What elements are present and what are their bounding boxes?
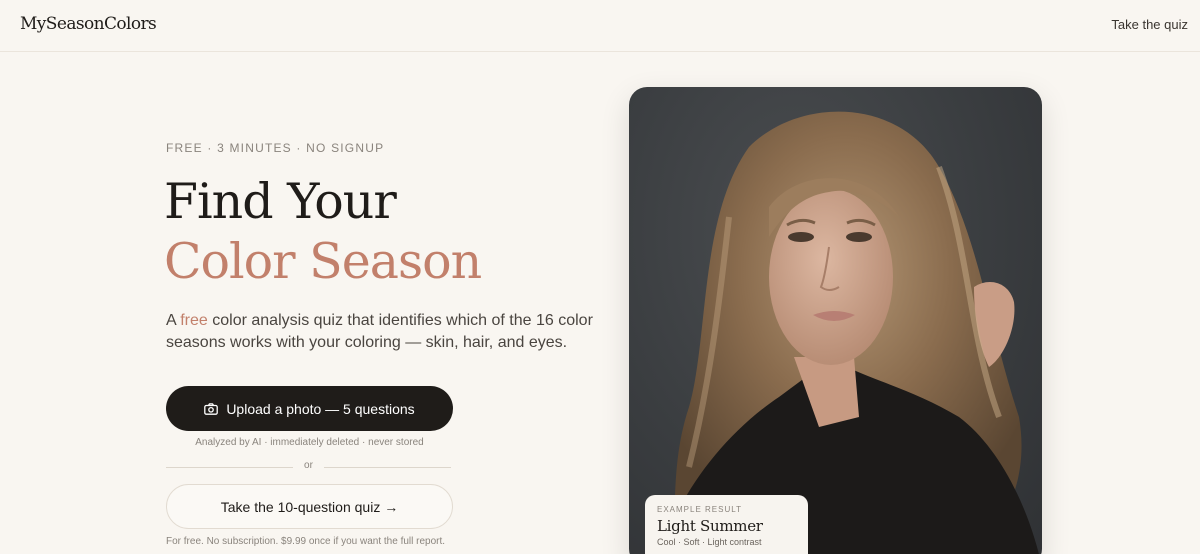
hero-title-line2: Color Season (164, 233, 482, 290)
hero-lead-after: color analysis quiz that identifies whic… (166, 312, 593, 351)
camera-icon (204, 402, 219, 415)
privacy-note: Analyzed by AI · immediately deleted · n… (195, 437, 424, 448)
site-header: MySeasonColors Take the quiz (0, 0, 1200, 52)
hero-eyebrow: FREE · 3 MINUTES · NO SIGNUP (166, 141, 385, 155)
upload-photo-button-label: Upload a photo — 5 questions (226, 400, 415, 417)
divider-or-text: or (304, 460, 313, 471)
pricing-note: For free. No subscription. $9.99 once if… (166, 536, 446, 547)
take-quiz-button[interactable]: Take the 10-question quiz → (166, 484, 453, 529)
upload-photo-button[interactable]: Upload a photo — 5 questions (166, 386, 453, 431)
hero-lead-accent: free (180, 312, 208, 329)
hero-lead: A free color analysis quiz that identifi… (166, 310, 596, 354)
site-logo[interactable]: MySeasonColors (20, 14, 157, 34)
portrait-image (661, 111, 1039, 554)
example-result-eyebrow: EXAMPLE RESULT (657, 505, 742, 514)
hero-lead-before: A (166, 312, 181, 329)
hero-title: Find Your Color Season (164, 172, 482, 292)
nav-take-quiz-link[interactable]: Take the quiz (1111, 17, 1188, 32)
example-photo-card: EXAMPLE RESULT Light Summer Cool · Soft … (629, 87, 1042, 554)
hero-title-line1: Find Your (164, 173, 397, 230)
divider-right (324, 467, 451, 468)
example-result-card: EXAMPLE RESULT Light Summer Cool · Soft … (645, 495, 808, 554)
divider-left (166, 467, 293, 468)
example-result-title: Light Summer (657, 517, 763, 535)
example-result-description: Cool · Soft · Light contrast (657, 537, 762, 547)
